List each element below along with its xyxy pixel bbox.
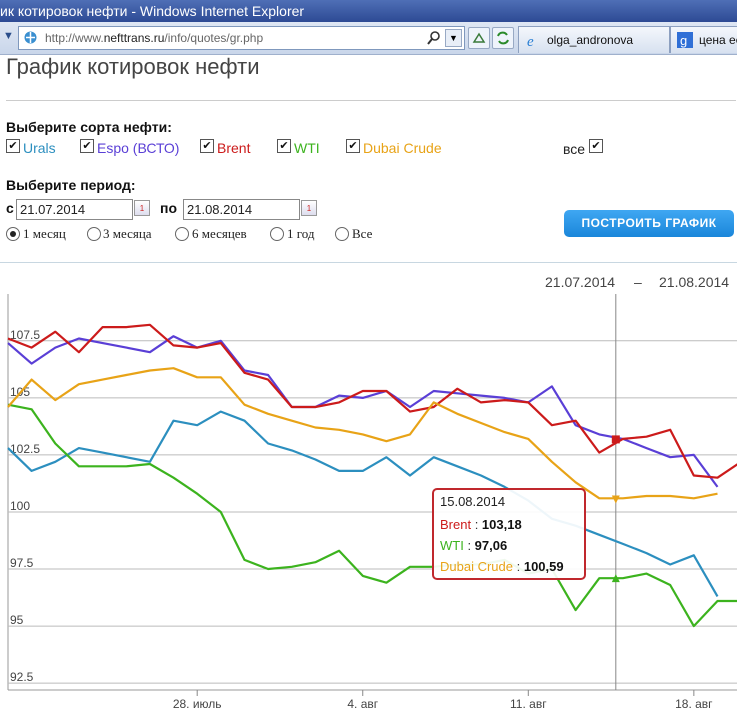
nav-dropdown-icon[interactable]: ▼ bbox=[3, 30, 14, 42]
radio-all[interactable] bbox=[335, 227, 349, 241]
series-line-dubai bbox=[7, 367, 718, 500]
range-to-label: 21.08.2014 bbox=[659, 274, 730, 290]
checkbox-label-brent: Brent bbox=[217, 140, 251, 156]
calendar-to-icon[interactable]: 1 bbox=[301, 200, 317, 216]
checkbox-label-wti: WTI bbox=[294, 140, 320, 156]
address-bar[interactable]: http://www.nefttrans.ru/info/quotes/gr.p… bbox=[18, 26, 465, 50]
marker-brent bbox=[611, 435, 620, 444]
checkbox-dubai[interactable]: ✔ bbox=[346, 139, 360, 153]
compatibility-view-button[interactable] bbox=[468, 27, 490, 49]
checkbox-label-urals: Urals bbox=[23, 140, 56, 156]
x-tick-label: 4. авг bbox=[347, 697, 378, 711]
address-url[interactable]: http://www.nefttrans.ru/info/quotes/gr.p… bbox=[45, 27, 263, 49]
tooltip-row: Dubai Crude : 100,59 bbox=[440, 559, 564, 574]
refresh-button[interactable] bbox=[492, 27, 514, 49]
range-separator: – bbox=[634, 274, 642, 290]
checkbox-all[interactable]: ✔ bbox=[589, 139, 603, 153]
build-chart-button[interactable]: ПОСТРОИТЬ ГРАФИК bbox=[564, 210, 734, 237]
radio-label-3-months: 3 месяца bbox=[103, 226, 152, 241]
compatibility-icon bbox=[472, 32, 486, 43]
search-icon[interactable] bbox=[426, 30, 442, 46]
checkbox-label-espo: Espo (ВСТО) bbox=[97, 140, 180, 156]
address-dropdown-button[interactable]: ▼ bbox=[445, 29, 462, 47]
tooltip-row: Brent : 103,18 bbox=[440, 517, 522, 532]
x-tick-label: 11. авг bbox=[510, 697, 547, 711]
svg-text:e: e bbox=[527, 34, 534, 48]
y-tick-label: 97.5 bbox=[10, 556, 34, 570]
radio-label-all: Все bbox=[352, 226, 373, 241]
radio-6-months[interactable] bbox=[175, 227, 189, 241]
y-tick-label: 107.5 bbox=[10, 328, 40, 342]
series-line-espo bbox=[7, 335, 719, 488]
svg-text:g: g bbox=[680, 33, 687, 48]
y-tick-label: 95 bbox=[10, 613, 24, 627]
oil-quotes-chart[interactable]: 107.5105102.510097.59592.528. июль 4. авг… bbox=[0, 262, 737, 720]
select-sorts-label: Выберите сорта нефти: bbox=[6, 119, 172, 135]
radio-1-month[interactable] bbox=[6, 227, 20, 241]
refresh-icon bbox=[497, 31, 509, 45]
checkbox-label-dubai: Dubai Crude bbox=[363, 140, 442, 156]
y-tick-label: 100 bbox=[10, 499, 30, 513]
ie-icon: e bbox=[527, 34, 534, 48]
browser-toolbar: ▼ http://www.nefttrans.ru/info/quotes/gr… bbox=[0, 22, 737, 55]
date-from-input[interactable] bbox=[16, 199, 133, 220]
radio-1-year[interactable] bbox=[270, 227, 284, 241]
radio-3-months[interactable] bbox=[87, 227, 101, 241]
from-label: с bbox=[6, 200, 14, 216]
tab-olga-andronova[interactable]: e olga_andronova bbox=[518, 26, 670, 53]
marker-dubai bbox=[611, 495, 620, 504]
y-tick-label: 92.5 bbox=[10, 670, 34, 684]
google-icon: g bbox=[677, 32, 693, 48]
radio-label-1-month: 1 месяц bbox=[23, 226, 66, 241]
tooltip-row: WTI : 97,06 bbox=[440, 538, 507, 553]
checkbox-wti[interactable]: ✔ bbox=[277, 139, 291, 153]
checkbox-espo[interactable]: ✔ bbox=[80, 139, 94, 153]
checkbox-brent[interactable]: ✔ bbox=[200, 139, 214, 153]
site-favicon-icon bbox=[24, 31, 37, 44]
date-to-input[interactable] bbox=[183, 199, 300, 220]
to-label: по bbox=[160, 200, 178, 216]
select-period-label: Выберите период: bbox=[6, 177, 136, 193]
window-title: ик котировок нефти - Windows Internet Ex… bbox=[0, 0, 737, 22]
checkbox-label-all: все bbox=[563, 141, 586, 157]
range-from-label: 21.07.2014 bbox=[545, 274, 616, 290]
x-tick-label: 28. июль bbox=[173, 697, 222, 711]
checkbox-urals[interactable]: ✔ bbox=[6, 139, 20, 153]
calendar-from-icon[interactable]: 1 bbox=[134, 200, 150, 216]
radio-label-1-year: 1 год bbox=[287, 226, 315, 241]
tab-google[interactable]: g цена ее bbox=[670, 26, 737, 53]
tooltip-date: 15.08.2014 bbox=[440, 494, 505, 509]
divider bbox=[6, 100, 736, 101]
x-tick-label: 18. авг bbox=[675, 697, 713, 711]
radio-label-6-months: 6 месяцев bbox=[192, 226, 247, 241]
page-title: График котировок нефти bbox=[6, 54, 260, 79]
